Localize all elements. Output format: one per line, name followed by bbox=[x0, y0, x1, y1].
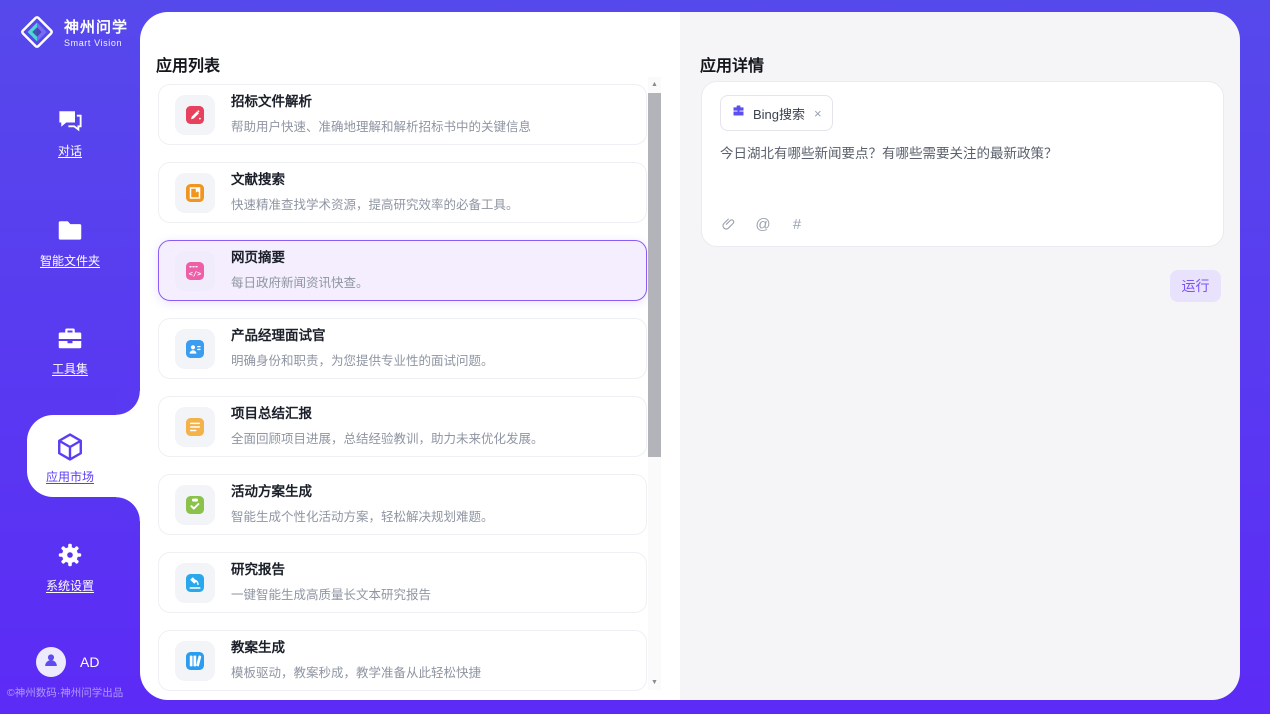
app-desc: 智能生成个性化活动方案，轻松解决规划难题。 bbox=[231, 506, 494, 525]
app-name: 招标文件解析 bbox=[231, 94, 531, 110]
input-toolbar: @ # bbox=[720, 215, 806, 233]
app-name: 项目总结汇报 bbox=[231, 406, 544, 422]
sidebar-item-cube[interactable]: 应用市场 bbox=[0, 430, 140, 485]
avatar[interactable] bbox=[36, 647, 66, 677]
app-list-title: 应用列表 bbox=[156, 52, 220, 76]
prompt-card: Bing搜索 × 今日湖北有哪些新闻要点？有哪些需要关注的最新政策？ @ # bbox=[701, 81, 1224, 247]
app-root: 神州问学 Smart Vision 对话 智能文件夹 工具集 应用市场 系统设置… bbox=[0, 0, 1270, 714]
app-name: 研究报告 bbox=[231, 562, 431, 578]
sidebar-item-toolbox[interactable]: 工具集 bbox=[0, 322, 140, 377]
book-icon bbox=[175, 173, 215, 213]
app-card[interactable]: 活动方案生成 智能生成个性化活动方案，轻松解决规划难题。 bbox=[158, 474, 647, 535]
attachment-icon[interactable] bbox=[720, 215, 738, 233]
app-list: 招标文件解析 帮助用户快速、准确地理解和解析招标书中的关键信息 文献搜索 快速精… bbox=[158, 84, 647, 700]
app-name: 教案生成 bbox=[231, 640, 481, 656]
app-desc: 一键智能生成高质量长文本研究报告 bbox=[231, 584, 431, 603]
toolbox-icon bbox=[55, 322, 85, 354]
webpage-code-icon: </> bbox=[175, 251, 215, 291]
chat-icon bbox=[55, 104, 85, 136]
app-name: 文献搜索 bbox=[231, 172, 519, 188]
clipboard-check-icon bbox=[175, 485, 215, 525]
app-desc: 明确身份和职责，为您提供专业性的面试问题。 bbox=[231, 350, 494, 369]
app-card[interactable]: 招标文件解析 帮助用户快速、准确地理解和解析招标书中的关键信息 bbox=[158, 84, 647, 145]
microscope-icon bbox=[175, 563, 215, 603]
gear-icon bbox=[56, 539, 84, 571]
app-card[interactable]: 教案生成 模板驱动，教案秒成，教学准备从此轻松快捷 bbox=[158, 630, 647, 691]
app-desc: 全面回顾项目进展，总结经验教训，助力未来优化发展。 bbox=[231, 428, 544, 447]
app-card[interactable]: 文献搜索 快速精准查找学术资源，提高研究效率的必备工具。 bbox=[158, 162, 647, 223]
brand-name: 神州问学 bbox=[64, 20, 128, 37]
user-icon bbox=[42, 651, 60, 674]
tag-close-icon[interactable]: × bbox=[814, 107, 822, 120]
note-icon bbox=[175, 407, 215, 447]
briefcase-icon bbox=[731, 103, 746, 123]
app-desc: 模板驱动，教案秒成，教学准备从此轻松快捷 bbox=[231, 662, 481, 681]
app-detail-panel: 应用详情 Bing搜索 × 今日湖北有哪些新闻要点？有哪些需要关注的最新政策？ bbox=[680, 12, 1240, 700]
brand-subtitle: Smart Vision bbox=[64, 39, 128, 49]
cube-icon bbox=[53, 430, 87, 462]
scrollbar-thumb[interactable] bbox=[648, 93, 661, 457]
edit-doc-icon bbox=[175, 95, 215, 135]
app-card[interactable]: 产品经理面试官 明确身份和职责，为您提供专业性的面试问题。 bbox=[158, 318, 647, 379]
app-detail-title: 应用详情 bbox=[700, 52, 764, 76]
resume-icon bbox=[175, 329, 215, 369]
app-name: 活动方案生成 bbox=[231, 484, 494, 500]
run-button[interactable]: 运行 bbox=[1170, 270, 1221, 302]
sidebar-item-gear[interactable]: 系统设置 bbox=[0, 539, 140, 594]
diamond-logo-icon bbox=[18, 13, 56, 56]
app-desc: 每日政府新闻资讯快查。 bbox=[231, 272, 369, 291]
app-card[interactable]: 研究报告 一键智能生成高质量长文本研究报告 bbox=[158, 552, 647, 613]
hash-icon[interactable]: # bbox=[788, 215, 806, 233]
app-list-panel: 应用列表 招标文件解析 帮助用户快速、准确地理解和解析招标书中的关键信息 文献搜… bbox=[140, 12, 680, 700]
tool-tag-bing-search[interactable]: Bing搜索 × bbox=[720, 95, 833, 131]
app-desc: 快速精准查找学术资源，提高研究效率的必备工具。 bbox=[231, 194, 519, 213]
mention-icon[interactable]: @ bbox=[754, 215, 772, 233]
app-name: 产品经理面试官 bbox=[231, 328, 494, 344]
sidebar-item-chat[interactable]: 对话 bbox=[0, 104, 140, 159]
user-initials: AD bbox=[80, 654, 99, 670]
tool-tag-label: Bing搜索 bbox=[753, 104, 805, 123]
folder-icon bbox=[55, 214, 85, 246]
bubble-fillet-top bbox=[116, 391, 140, 415]
app-card[interactable]: 项目总结汇报 全面回顾项目进展，总结经验教训，助力未来优化发展。 bbox=[158, 396, 647, 457]
query-input[interactable]: 今日湖北有哪些新闻要点？有哪些需要关注的最新政策？ bbox=[720, 144, 1205, 164]
app-name: 网页摘要 bbox=[231, 250, 369, 266]
bubble-fillet-bottom bbox=[116, 497, 140, 521]
main-shell: 应用列表 招标文件解析 帮助用户快速、准确地理解和解析招标书中的关键信息 文献搜… bbox=[140, 12, 1240, 700]
scrollbar-down-arrow-icon[interactable]: ▼ bbox=[648, 675, 661, 690]
app-card[interactable]: </> 网页摘要 每日政府新闻资讯快查。 bbox=[158, 240, 647, 301]
svg-text:</>: </> bbox=[189, 269, 202, 277]
app-desc: 帮助用户快速、准确地理解和解析招标书中的关键信息 bbox=[231, 116, 531, 135]
sidebar-item-folder[interactable]: 智能文件夹 bbox=[0, 214, 140, 269]
books-icon bbox=[175, 641, 215, 681]
scrollbar-up-arrow-icon[interactable]: ▲ bbox=[648, 77, 661, 92]
brand-logo: 神州问学 Smart Vision bbox=[18, 13, 128, 56]
user-row[interactable]: AD bbox=[36, 647, 99, 677]
sidebar-footer: ©神州数码·神州问学出品 bbox=[7, 685, 147, 700]
scrollbar[interactable]: ▲ ▼ bbox=[648, 77, 661, 690]
